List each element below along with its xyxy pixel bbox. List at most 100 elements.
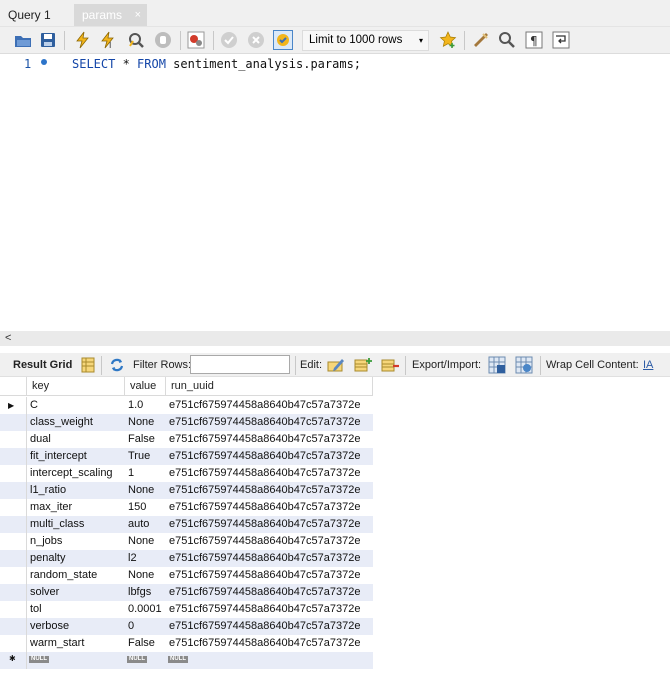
table-row[interactable]: warm_start False e751cf675974458a8640b47c5… bbox=[0, 635, 373, 652]
grid-view-icon[interactable] bbox=[78, 355, 98, 375]
sql-editor[interactable]: 1 SELECT * FROM sentiment_analysis.param… bbox=[0, 54, 670, 331]
cell-value[interactable]: lbfgs bbox=[128, 584, 151, 601]
table-row[interactable]: intercept_scaling 1 e751cf675974458a8640b4… bbox=[0, 465, 373, 482]
cell-value[interactable]: 1.0 bbox=[128, 397, 143, 414]
cell-value[interactable]: 150 bbox=[128, 499, 146, 516]
table-row[interactable]: ▶ C 1.0 e751cf675974458a8640b47c57a7372e bbox=[0, 397, 373, 414]
cell-run_uuid[interactable]: e751cf675974458a8640b47c57a7372e bbox=[169, 601, 360, 618]
sql-star: * bbox=[115, 57, 138, 71]
table-row[interactable]: solver lbfgs e751cf675974458a8640b47c57a73… bbox=[0, 584, 373, 601]
table-row[interactable]: max_iter 150 e751cf675974458a8640b47c57a73… bbox=[0, 499, 373, 516]
execute-icon[interactable] bbox=[72, 30, 92, 50]
word-wrap-icon[interactable] bbox=[551, 30, 571, 50]
tab-close-icon[interactable]: × bbox=[135, 4, 141, 26]
sql-statement[interactable]: SELECT * FROM sentiment_analysis.params; bbox=[72, 57, 361, 71]
table-row[interactable]: l1_ratio None e751cf675974458a8640b47c57a7… bbox=[0, 482, 373, 499]
column-header-value[interactable]: value bbox=[125, 377, 166, 396]
table-row[interactable]: fit_intercept True e751cf675974458a8640b47… bbox=[0, 448, 373, 465]
cell-value[interactable]: False bbox=[128, 635, 155, 652]
scroll-left-arrow-icon[interactable]: < bbox=[5, 332, 11, 344]
add-snippet-star-icon[interactable] bbox=[438, 30, 458, 50]
table-row[interactable]: class_weight None e751cf675974458a8640b47c… bbox=[0, 414, 373, 431]
autocommit-icon[interactable] bbox=[273, 30, 293, 50]
cell-key[interactable]: penalty bbox=[30, 550, 65, 567]
column-header-key[interactable]: key bbox=[27, 377, 125, 396]
export-icon[interactable] bbox=[487, 355, 507, 375]
cell-value[interactable]: False bbox=[128, 431, 155, 448]
cell-run_uuid[interactable]: e751cf675974458a8640b47c57a7372e bbox=[169, 635, 360, 652]
sql-keyword-select: SELECT bbox=[72, 57, 116, 71]
cell-value[interactable]: auto bbox=[128, 516, 149, 533]
delete-row-icon[interactable] bbox=[380, 355, 400, 375]
execute-current-icon[interactable]: I bbox=[98, 30, 118, 50]
cell-run_uuid[interactable]: e751cf675974458a8640b47c57a7372e bbox=[169, 482, 360, 499]
cell-value[interactable]: None bbox=[128, 414, 154, 431]
import-icon[interactable] bbox=[514, 355, 534, 375]
cell-key[interactable]: class_weight bbox=[30, 414, 93, 431]
beautify-icon[interactable] bbox=[471, 30, 491, 50]
cell-value[interactable]: 0 bbox=[128, 618, 134, 635]
cell-key[interactable]: solver bbox=[30, 584, 59, 601]
filter-rows-input[interactable] bbox=[190, 355, 290, 374]
new-row[interactable]: ✱ NULL NULL NULL bbox=[0, 652, 373, 669]
cell-value[interactable]: l2 bbox=[128, 550, 137, 567]
cell-run_uuid[interactable]: e751cf675974458a8640b47c57a7372e bbox=[169, 397, 360, 414]
edit-row-icon[interactable] bbox=[326, 355, 346, 375]
cell-run_uuid[interactable]: e751cf675974458a8640b47c57a7372e bbox=[169, 414, 360, 431]
limit-rows-select[interactable]: Limit to 1000 rows ▾ bbox=[302, 30, 429, 51]
cell-value[interactable]: 0.0001 bbox=[128, 601, 162, 618]
refresh-icon[interactable] bbox=[107, 355, 127, 375]
cell-key[interactable]: intercept_scaling bbox=[30, 465, 113, 482]
cell-key[interactable]: random_state bbox=[30, 567, 97, 584]
explain-icon[interactable] bbox=[126, 30, 146, 50]
insert-row-icon[interactable] bbox=[353, 355, 373, 375]
cell-run_uuid[interactable]: e751cf675974458a8640b47c57a7372e bbox=[169, 550, 360, 567]
cell-key[interactable]: dual bbox=[30, 431, 51, 448]
wrap-cell-icon[interactable]: IA bbox=[643, 359, 653, 371]
table-row[interactable]: tol 0.0001 e751cf675974458a8640b47c57a7372… bbox=[0, 601, 373, 618]
find-icon[interactable] bbox=[497, 30, 517, 50]
cell-value[interactable]: None bbox=[128, 533, 154, 550]
limit-label: Limit to 1000 rows bbox=[309, 34, 403, 46]
cell-value[interactable]: None bbox=[128, 567, 154, 584]
save-icon[interactable] bbox=[38, 30, 58, 50]
toolbar-separator bbox=[101, 356, 102, 375]
cell-key[interactable]: warm_start bbox=[30, 635, 84, 652]
cell-run_uuid[interactable]: e751cf675974458a8640b47c57a7372e bbox=[169, 567, 360, 584]
column-header-run_uuid[interactable]: run_uuid bbox=[166, 377, 373, 396]
cell-key[interactable]: fit_intercept bbox=[30, 448, 87, 465]
table-row[interactable]: verbose 0 e751cf675974458a8640b47c57a7372e bbox=[0, 618, 373, 635]
cell-run_uuid[interactable]: e751cf675974458a8640b47c57a7372e bbox=[169, 584, 360, 601]
cell-key[interactable]: multi_class bbox=[30, 516, 84, 533]
table-row[interactable]: multi_class auto e751cf675974458a8640b47c5… bbox=[0, 516, 373, 533]
cell-key[interactable]: n_jobs bbox=[30, 533, 62, 550]
invisible-chars-icon[interactable]: ¶ bbox=[524, 30, 544, 50]
cell-run_uuid[interactable]: e751cf675974458a8640b47c57a7372e bbox=[169, 533, 360, 550]
cell-key[interactable]: C bbox=[30, 397, 38, 414]
rollback-icon[interactable] bbox=[246, 30, 266, 50]
tab-params[interactable]: params × bbox=[74, 4, 147, 26]
table-row[interactable]: dual False e751cf675974458a8640b47c57a7372… bbox=[0, 431, 373, 448]
cell-value[interactable]: None bbox=[128, 482, 154, 499]
cell-value[interactable]: 1 bbox=[128, 465, 134, 482]
table-row[interactable]: penalty l2 e751cf675974458a8640b47c57a7372… bbox=[0, 550, 373, 567]
cell-key[interactable]: tol bbox=[30, 601, 42, 618]
table-row[interactable]: n_jobs None e751cf675974458a8640b47c57a737… bbox=[0, 533, 373, 550]
cell-run_uuid[interactable]: e751cf675974458a8640b47c57a7372e bbox=[169, 465, 360, 482]
commit-icon[interactable] bbox=[219, 30, 239, 50]
table-row[interactable]: random_state None e751cf675974458a8640b47c… bbox=[0, 567, 373, 584]
stop-icon[interactable] bbox=[153, 30, 173, 50]
cell-run_uuid[interactable]: e751cf675974458a8640b47c57a7372e bbox=[169, 618, 360, 635]
cell-value[interactable]: True bbox=[128, 448, 150, 465]
cell-run_uuid[interactable]: e751cf675974458a8640b47c57a7372e bbox=[169, 499, 360, 516]
toggle-error-stop-icon[interactable] bbox=[186, 30, 206, 50]
cell-run_uuid[interactable]: e751cf675974458a8640b47c57a7372e bbox=[169, 516, 360, 533]
tab-query-1[interactable]: Query 1 bbox=[0, 4, 70, 26]
cell-run_uuid[interactable]: e751cf675974458a8640b47c57a7372e bbox=[169, 431, 360, 448]
editor-horizontal-scrollbar[interactable]: < bbox=[0, 331, 670, 346]
cell-key[interactable]: l1_ratio bbox=[30, 482, 66, 499]
cell-key[interactable]: max_iter bbox=[30, 499, 72, 516]
open-file-icon[interactable] bbox=[13, 30, 33, 50]
cell-run_uuid[interactable]: e751cf675974458a8640b47c57a7372e bbox=[169, 448, 360, 465]
cell-key[interactable]: verbose bbox=[30, 618, 69, 635]
